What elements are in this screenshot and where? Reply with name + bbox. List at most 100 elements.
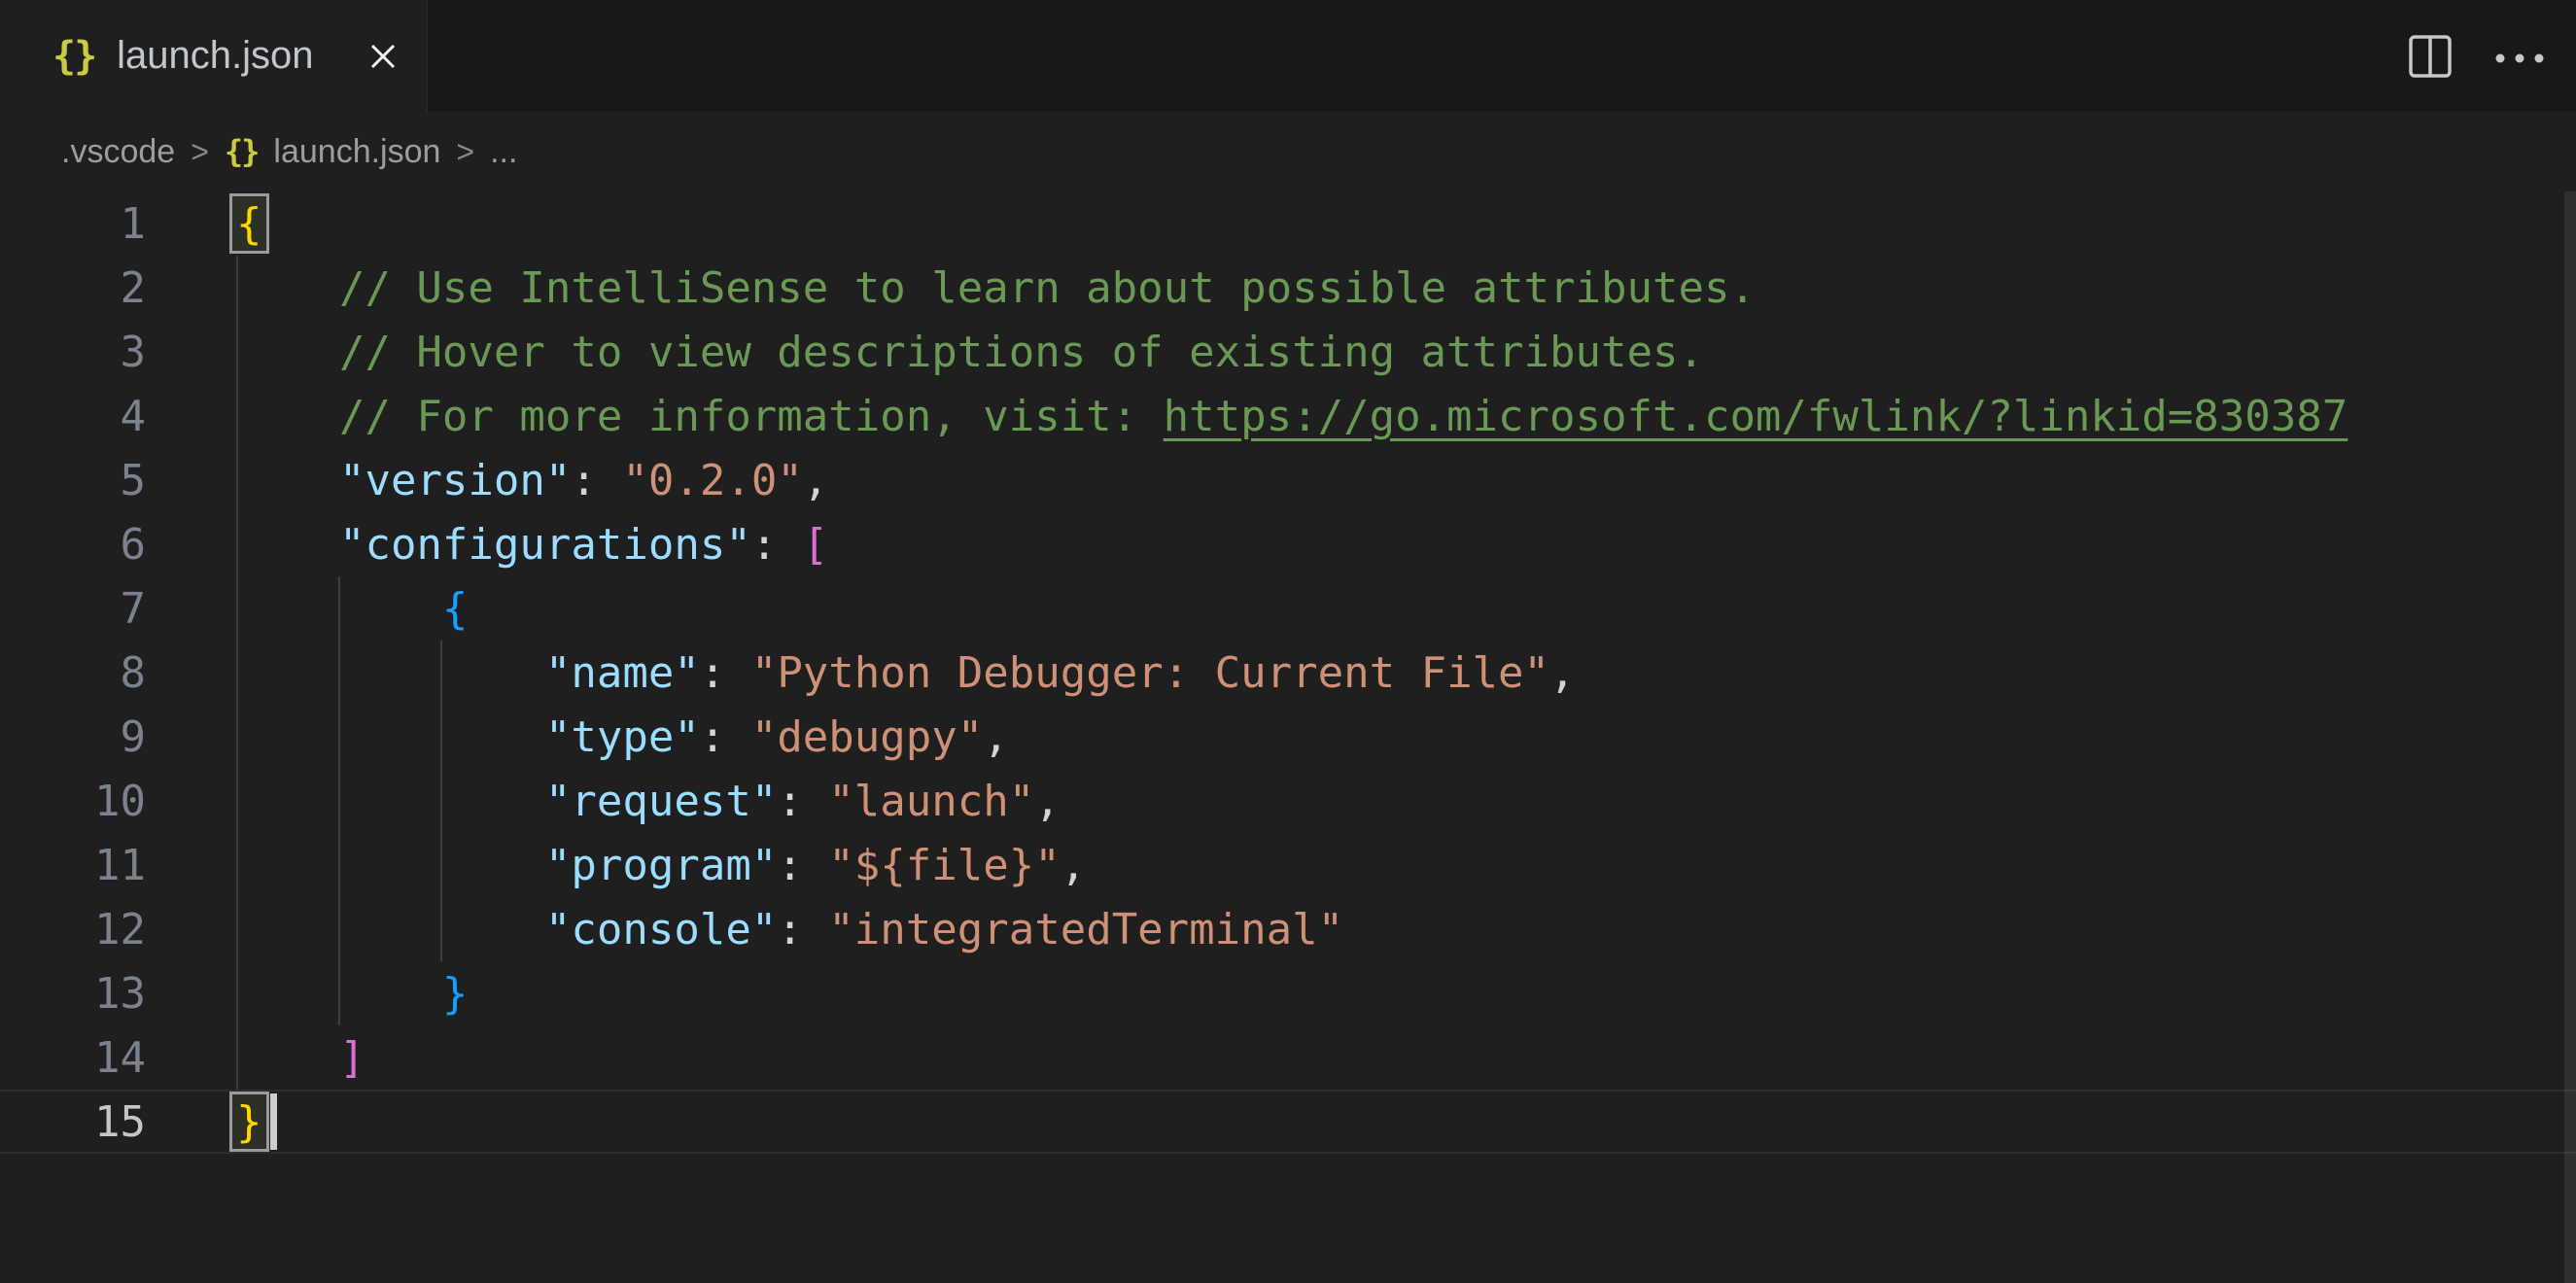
code-line-14[interactable]: 14 ] — [0, 1025, 2576, 1090]
code-token: "debugpy" — [751, 712, 983, 762]
code-lines: 1{2 // Use IntelliSense to learn about p… — [0, 191, 2576, 1154]
code-token: // For more information, visit: — [236, 392, 1164, 441]
code-text: ] — [236, 1033, 365, 1083]
code-token: , — [983, 712, 1009, 762]
tab-launch-json[interactable]: {} launch.json — [0, 0, 428, 112]
code-line-12[interactable]: 12 "console": "integratedTerminal" — [0, 897, 2576, 961]
code-token — [236, 712, 545, 762]
code-text: "program": "${file}", — [236, 841, 1086, 890]
code-token: : — [777, 905, 828, 954]
code-token: : — [700, 648, 751, 698]
code-token: { — [236, 199, 262, 249]
code-token: "integratedTerminal" — [828, 905, 1343, 954]
code-token: { — [442, 584, 469, 634]
bracket-match-highlight: { — [229, 193, 269, 254]
code-token: "0.2.0" — [622, 456, 802, 505]
tab-label: launch.json — [117, 34, 313, 78]
code-text: "name": "Python Debugger: Current File", — [236, 648, 1576, 698]
line-number: 4 — [0, 392, 146, 441]
vscode-editor-window: {} launch.json — [0, 0, 2576, 1283]
line-number: 5 — [0, 456, 146, 505]
line-number: 14 — [0, 1033, 146, 1083]
code-line-2[interactable]: 2 // Use IntelliSense to learn about pos… — [0, 256, 2576, 320]
chevron-right-icon: > — [456, 134, 474, 170]
code-token — [236, 520, 339, 570]
bracket-match-highlight: } — [229, 1092, 269, 1152]
code-token: // Use IntelliSense to learn about possi… — [236, 263, 1756, 313]
code-token — [236, 841, 545, 890]
code-line-15[interactable]: 15} — [0, 1090, 2576, 1154]
code-token — [236, 777, 545, 826]
code-token: : — [700, 712, 751, 762]
code-text: { — [236, 193, 270, 254]
code-token: "launch" — [828, 777, 1034, 826]
text-cursor — [270, 1093, 277, 1150]
editor-tab-bar: {} launch.json — [0, 0, 2576, 112]
chevron-right-icon: > — [191, 134, 209, 170]
code-token: [ — [803, 520, 829, 570]
code-line-4[interactable]: 4 // For more information, visit: https:… — [0, 384, 2576, 448]
code-line-9[interactable]: 9 "type": "debugpy", — [0, 705, 2576, 769]
editor-actions — [2407, 0, 2576, 112]
code-token: "name" — [545, 648, 700, 698]
code-line-8[interactable]: 8 "name": "Python Debugger: Current File… — [0, 641, 2576, 705]
code-token: "program" — [545, 841, 777, 890]
line-number: 11 — [0, 841, 146, 890]
breadcrumb-item-launch-json[interactable]: launch.json — [273, 133, 440, 171]
vertical-scrollbar[interactable] — [2564, 191, 2576, 1283]
line-number: 10 — [0, 777, 146, 826]
code-line-11[interactable]: 11 "program": "${file}", — [0, 833, 2576, 897]
code-token: : — [571, 456, 622, 505]
code-line-5[interactable]: 5 "version": "0.2.0", — [0, 448, 2576, 512]
line-number: 7 — [0, 584, 146, 634]
line-number: 8 — [0, 648, 146, 698]
code-line-13[interactable]: 13 } — [0, 961, 2576, 1025]
code-line-3[interactable]: 3 // Hover to view descriptions of exist… — [0, 320, 2576, 384]
code-text: "version": "0.2.0", — [236, 456, 828, 505]
code-text: { — [236, 584, 468, 634]
code-token: "Python Debugger: Current File" — [751, 648, 1549, 698]
code-token: "${file}" — [828, 841, 1060, 890]
code-token — [236, 456, 339, 505]
code-text: // Use IntelliSense to learn about possi… — [236, 263, 1756, 313]
code-token: } — [442, 969, 469, 1019]
code-text: "request": "launch", — [236, 777, 1061, 826]
code-text: } — [236, 969, 468, 1019]
code-text: "type": "debugpy", — [236, 712, 1009, 762]
line-number: 2 — [0, 263, 146, 313]
breadcrumb-item-symbols[interactable]: ... — [490, 133, 517, 171]
code-token: : — [777, 841, 828, 890]
code-token: : — [777, 777, 828, 826]
code-token: "version" — [339, 456, 571, 505]
code-token: "type" — [545, 712, 700, 762]
code-token: , — [1549, 648, 1576, 698]
code-token: , — [1034, 777, 1061, 826]
code-token: ] — [339, 1033, 366, 1083]
more-actions-icon[interactable] — [2492, 33, 2547, 80]
close-icon[interactable] — [365, 38, 401, 75]
split-editor-icon[interactable] — [2407, 33, 2454, 80]
line-number: 9 — [0, 712, 146, 762]
code-line-7[interactable]: 7 { — [0, 576, 2576, 641]
code-text: "configurations": [ — [236, 520, 828, 570]
breadcrumb-item-vscode[interactable]: .vscode — [61, 133, 175, 171]
code-token — [236, 969, 442, 1019]
code-line-1[interactable]: 1{ — [0, 191, 2576, 256]
comment-link[interactable]: https://go.microsoft.com/fwlink/?linkid=… — [1164, 392, 2349, 441]
code-token — [236, 584, 442, 634]
code-token: } — [236, 1097, 262, 1147]
line-number: 15 — [0, 1097, 146, 1147]
code-line-10[interactable]: 10 "request": "launch", — [0, 769, 2576, 833]
code-text: "console": "integratedTerminal" — [236, 905, 1343, 954]
code-token: , — [803, 456, 829, 505]
code-text: } — [236, 1092, 277, 1152]
json-file-icon: {} — [52, 34, 95, 79]
code-token: , — [1061, 841, 1087, 890]
code-editor[interactable]: 1{2 // Use IntelliSense to learn about p… — [0, 191, 2576, 1283]
code-token: "console" — [545, 905, 777, 954]
code-line-6[interactable]: 6 "configurations": [ — [0, 512, 2576, 576]
breadcrumb: .vscode > {} launch.json > ... — [0, 112, 2576, 191]
code-token: // Hover to view descriptions of existin… — [236, 328, 1704, 377]
code-text: // Hover to view descriptions of existin… — [236, 328, 1704, 377]
line-number: 12 — [0, 905, 146, 954]
